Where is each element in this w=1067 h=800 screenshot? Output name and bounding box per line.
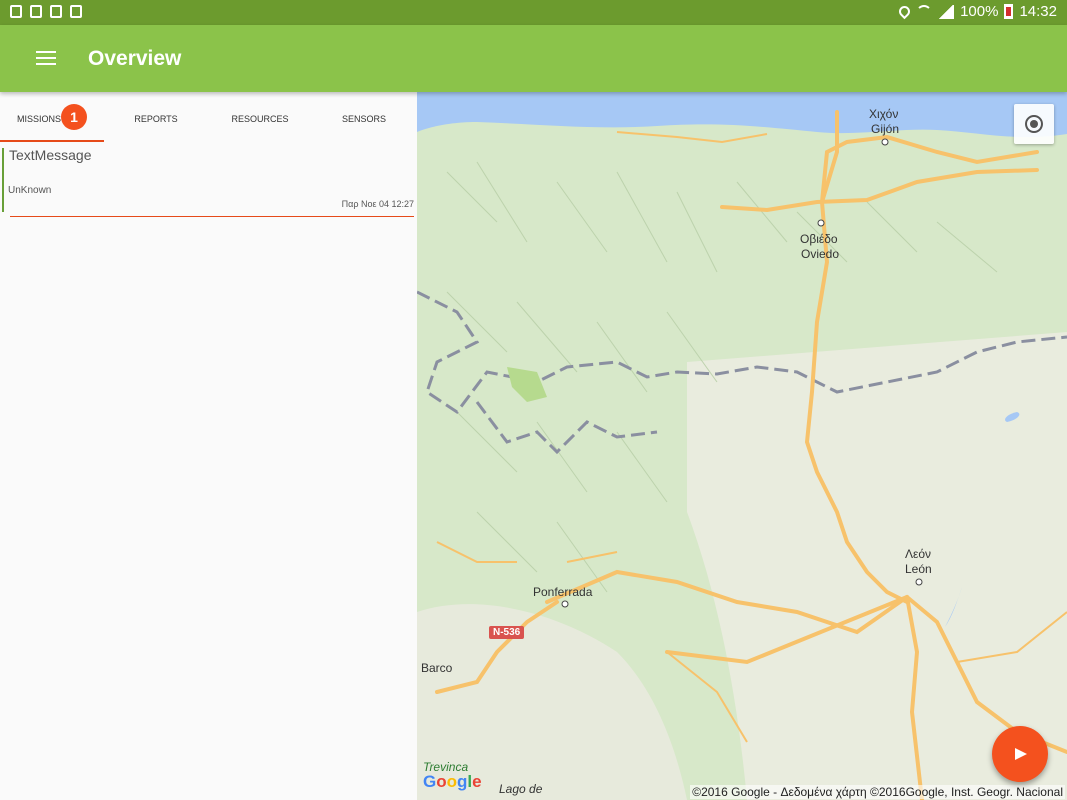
send-icon [1015,748,1027,760]
tab-missions[interactable]: MISSIONS 1 [0,92,104,142]
map-label-barco: Barco [421,661,453,675]
wifi-icon [916,4,933,19]
tab-resources[interactable]: RESOURCES [208,92,312,142]
signal-icon [938,4,955,19]
map-copyright: ©2016 Google - Δεδομένα χάρτη ©2016Googl… [690,785,1065,799]
map-label-gijon: Gijón [871,122,900,136]
device-notification-icon [50,5,62,18]
briefcase-notification-icon [70,5,82,18]
mission-card[interactable]: TextMessage UnKnown Παρ Νοε 04 12:27 [2,147,414,217]
map-canvas [417,92,1067,800]
app-bar: Overview [0,25,1067,92]
map-label-lago: Lago de [499,782,543,796]
tab-reports[interactable]: REPORTS [104,92,208,142]
mission-timestamp: Παρ Νοε 04 12:27 [341,199,414,209]
road-sign: N-536 [489,626,525,639]
map-view[interactable]: Χιχόν Gijón Οβιέδο Oviedo Λεόν León Ponf… [417,92,1067,800]
image-notification-icon [10,5,22,18]
my-location-button[interactable] [1014,104,1054,144]
map-label-oviedo-gr: Οβιέδο [800,232,838,246]
card-divider [10,216,414,217]
map-label-gijon-gr: Χιχόν [869,107,899,121]
missions-count-badge: 1 [61,104,87,130]
tab-bar: MISSIONS 1 REPORTS RESOURCES SENSORS [0,92,417,142]
tab-sensors[interactable]: SENSORS [312,92,416,142]
mission-subtitle: UnKnown [8,185,52,196]
map-label-leon: León [905,562,932,576]
battery-percent: 100% [960,3,999,20]
map-label-oviedo: Oviedo [801,247,840,261]
battery-icon [1004,4,1014,19]
menu-icon[interactable] [36,51,56,65]
map-label-leon-gr: Λεόν [905,547,932,561]
card-status-bar [2,148,4,212]
clock: 14:32 [1019,3,1057,20]
google-logo: Google [423,772,482,791]
download-notification-icon [30,5,42,18]
map-label-ponferrada: Ponferrada [533,585,593,599]
left-panel: MISSIONS 1 REPORTS RESOURCES SENSORS Tex… [0,92,417,800]
location-icon [896,3,913,20]
status-bar: 100% 14:32 [0,0,1067,25]
page-title: Overview [88,47,182,70]
mission-title: TextMessage [9,147,92,163]
send-fab-button[interactable] [992,726,1048,782]
